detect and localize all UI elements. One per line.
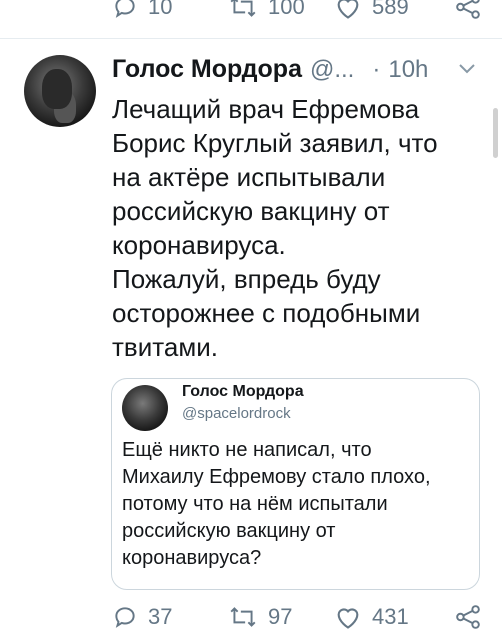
heart-icon bbox=[334, 604, 362, 630]
quoted-author-name: Голос Мордора bbox=[182, 383, 304, 400]
reply-action[interactable]: 37 bbox=[112, 604, 172, 630]
quoted-author-avatar bbox=[122, 385, 168, 431]
chevron-down-icon[interactable] bbox=[458, 62, 476, 76]
author-name[interactable]: Голос Мордора bbox=[112, 55, 302, 84]
retweet-icon bbox=[228, 0, 258, 20]
quoted-line: российскую вакцину от bbox=[122, 520, 336, 542]
tweet-line: коронавируса. bbox=[112, 230, 286, 260]
heart-icon bbox=[334, 0, 362, 20]
retweet-count: 100 bbox=[268, 0, 305, 19]
quoted-tweet-card[interactable]: Голос Мордора @spacelordrock Ещё никто н… bbox=[111, 378, 480, 590]
like-action[interactable]: 431 bbox=[334, 604, 409, 630]
time-separator: · bbox=[372, 56, 381, 83]
retweet-action[interactable]: 97 bbox=[228, 604, 292, 630]
tweet-line: российскую вакцину от bbox=[112, 196, 390, 226]
share-action[interactable] bbox=[455, 0, 481, 20]
like-action[interactable]: 589 bbox=[334, 0, 409, 20]
share-action[interactable] bbox=[455, 604, 481, 630]
tweet-line: осторожнее с подобными bbox=[112, 298, 421, 328]
tweet-actions: 37 97 431 bbox=[0, 600, 502, 640]
like-count: 589 bbox=[372, 0, 409, 19]
reply-count: 10 bbox=[148, 0, 173, 19]
share-icon bbox=[455, 0, 481, 20]
tweet-line: Лечащий врач Ефремова bbox=[112, 94, 420, 124]
tweet-line: Пожалуй, впредь буду bbox=[112, 264, 381, 294]
tweet-text: Лечащий врач Ефремова Борис Круглый заяв… bbox=[112, 92, 482, 364]
tweet-line: твитами. bbox=[112, 332, 218, 362]
tweet-divider bbox=[0, 38, 502, 39]
tweet-header: Голос Мордора @... · 10h bbox=[112, 55, 492, 89]
reply-icon bbox=[112, 0, 138, 20]
previous-tweet-actions: 10 100 589 bbox=[0, 0, 502, 26]
retweet-action[interactable]: 100 bbox=[228, 0, 305, 20]
quoted-line: Михаилу Ефремову стало плохо, bbox=[122, 466, 431, 488]
quoted-author-handle: @spacelordrock bbox=[182, 405, 291, 422]
quoted-tweet-text: Ещё никто не написал, что Михаилу Ефремо… bbox=[122, 437, 472, 572]
quoted-line: потому что на нём испытали bbox=[122, 493, 388, 515]
share-icon bbox=[455, 604, 481, 630]
quoted-line: Ещё никто не написал, что bbox=[122, 439, 372, 461]
scrollbar[interactable] bbox=[493, 108, 498, 158]
author-avatar[interactable] bbox=[24, 55, 96, 127]
reply-count: 37 bbox=[148, 604, 173, 629]
author-handle[interactable]: @... bbox=[310, 56, 354, 84]
tweet-line: на актёре испытывали bbox=[112, 162, 386, 192]
tweet-line: Борис Круглый заявил, что bbox=[112, 128, 438, 158]
like-count: 431 bbox=[372, 604, 409, 629]
reply-icon bbox=[112, 604, 138, 630]
quoted-line: коронавируса? bbox=[122, 547, 262, 569]
retweet-count: 97 bbox=[268, 604, 293, 629]
tweet-time[interactable]: 10h bbox=[388, 56, 428, 84]
retweet-icon bbox=[228, 604, 258, 630]
reply-action[interactable]: 10 bbox=[112, 0, 172, 20]
